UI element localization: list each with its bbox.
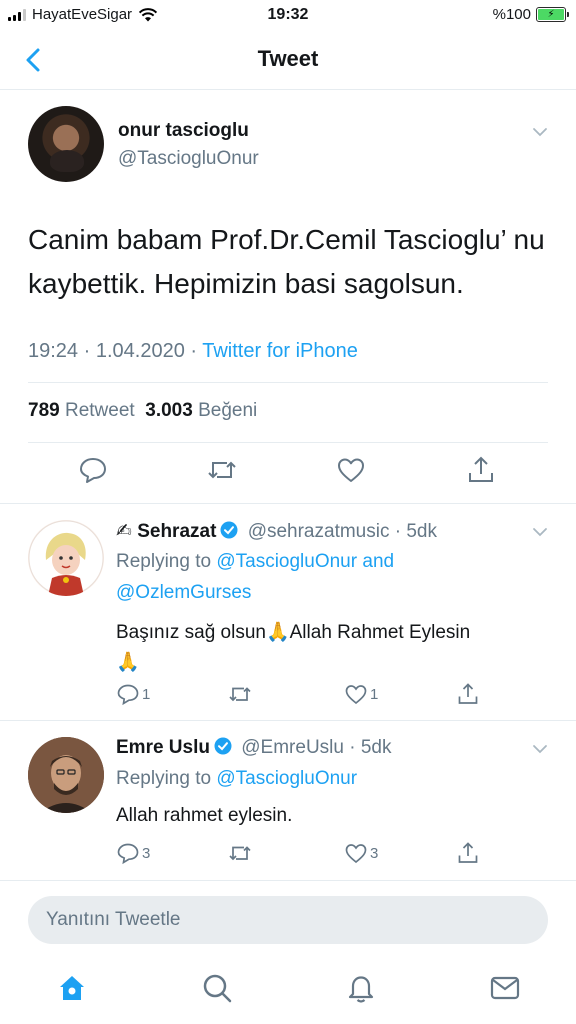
tweet-date: 1.04.2020 <box>95 340 185 362</box>
divider <box>28 442 548 443</box>
verified-badge-icon <box>214 737 232 755</box>
mention-link[interactable]: @TasciogluOnur <box>216 768 357 789</box>
separator <box>0 880 576 881</box>
replying-to: Replying to @TasciogluOnur and <box>116 551 395 572</box>
author-name[interactable]: onur tascioglu <box>118 120 249 142</box>
like-button[interactable]: 3 <box>344 841 378 865</box>
chevron-down-icon[interactable] <box>532 524 548 540</box>
reply-icon <box>117 843 139 865</box>
replying-to-line2: @OzlemGurses <box>116 582 251 604</box>
nav-bar: Tweet <box>0 32 576 90</box>
reply-author-name[interactable]: Emre Uslu <box>116 737 210 758</box>
mention-link[interactable]: @TasciogluOnur <box>216 551 357 572</box>
share-icon <box>458 683 478 704</box>
bell-icon[interactable] <box>345 972 377 1004</box>
like-count[interactable]: 3.003 <box>145 400 193 421</box>
writing-hand-icon: ✍ <box>116 520 132 542</box>
tweet-text: Canim babam Prof.Dr.Cemil Tascioglu’ nu … <box>28 224 545 299</box>
reply-author-name[interactable]: Sehrazat <box>137 521 216 542</box>
reply-age: 5dk <box>406 521 437 542</box>
reply-text: Başınız sağ olsun🙏Allah Rahmet Eylesin <box>116 622 471 643</box>
reply-header: ✍ Sehrazat @sehrazatmusic · 5dk <box>116 520 437 542</box>
retweet-icon <box>229 846 251 861</box>
reply-composer[interactable] <box>28 896 548 944</box>
reply-button[interactable]: 3 <box>116 841 150 865</box>
battery-icon: ⚡ <box>536 7 569 22</box>
retweet-label[interactable]: Retweet <box>65 400 135 421</box>
reply-age: 5dk <box>360 737 392 758</box>
battery-percent: %100 <box>492 6 531 23</box>
reply-icon <box>117 684 139 706</box>
tweet-meta: 19:24 · 1.04.2020 · Twitter for iPhone <box>28 340 358 362</box>
avatar[interactable] <box>28 737 104 813</box>
tweet-source-link[interactable]: Twitter for iPhone <box>202 340 358 362</box>
mention-link[interactable]: @OzlemGurses <box>116 582 251 603</box>
status-time: 19:32 <box>267 6 309 23</box>
share-icon <box>458 842 478 863</box>
author-handle[interactable]: @TasciogluOnur <box>118 148 259 170</box>
share-button[interactable] <box>456 682 480 706</box>
reply-actions: 1 1 <box>116 682 556 708</box>
avatar[interactable] <box>28 520 104 596</box>
reply-author-handle[interactable]: @sehrazatmusic <box>248 521 390 542</box>
status-bar: HayatEveSigar 19:32 %100 ⚡ <box>0 0 576 32</box>
tab-bar <box>0 960 576 1024</box>
chevron-down-icon[interactable] <box>532 741 548 757</box>
divider <box>28 382 548 383</box>
replying-to: Replying to @TasciogluOnur <box>116 768 358 789</box>
tweet-stats: 789 Retweet 3.003 Beğeni <box>28 400 257 422</box>
retweet-icon[interactable] <box>207 455 237 485</box>
page-title: Tweet <box>257 46 319 71</box>
share-button[interactable] <box>456 841 480 865</box>
tweet-time: 19:24 <box>28 340 79 362</box>
retweet-count[interactable]: 789 <box>28 400 60 421</box>
status-right: %100 ⚡ <box>492 6 569 23</box>
retweet-button[interactable] <box>228 841 252 865</box>
reply-header: Emre Uslu @EmreUslu · 5dk <box>116 737 392 758</box>
search-icon[interactable] <box>201 972 233 1004</box>
like-icon <box>345 685 367 705</box>
mail-icon[interactable] <box>489 972 521 1004</box>
separator <box>0 720 576 721</box>
reply-count: 3 <box>142 844 151 862</box>
like-count: 1 <box>370 685 379 703</box>
reply-button[interactable]: 1 <box>116 682 150 706</box>
reply-author-handle[interactable]: @EmreUslu <box>241 737 344 758</box>
avatar[interactable] <box>28 106 104 182</box>
share-icon[interactable] <box>466 455 496 485</box>
like-button[interactable]: 1 <box>344 682 378 706</box>
like-count: 3 <box>370 844 379 862</box>
reply-actions: 3 3 <box>116 841 556 867</box>
like-label[interactable]: Beğeni <box>198 400 257 421</box>
retweet-button[interactable] <box>228 682 252 706</box>
like-icon[interactable] <box>336 455 366 485</box>
reply-text: Allah rahmet eylesin. <box>116 805 293 826</box>
reply-count: 1 <box>142 685 151 703</box>
like-icon <box>345 844 367 864</box>
chevron-down-icon[interactable] <box>532 124 548 140</box>
reply-text-line2: 🙏 <box>116 652 140 673</box>
home-icon[interactable] <box>56 972 88 1004</box>
separator <box>0 503 576 504</box>
tweet-actions <box>0 455 576 495</box>
verified-badge-icon <box>220 521 238 539</box>
reply-input[interactable] <box>28 896 548 944</box>
reply-icon[interactable] <box>78 455 108 485</box>
retweet-icon <box>229 687 251 702</box>
